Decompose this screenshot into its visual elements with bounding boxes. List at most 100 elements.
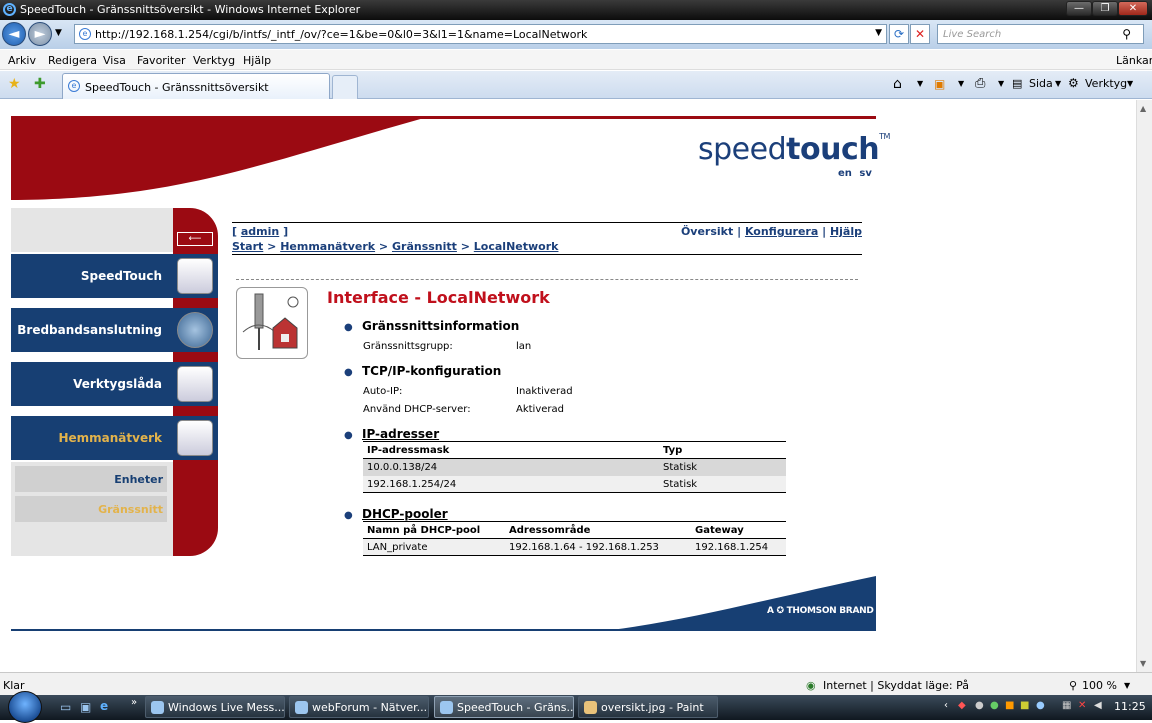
- tray-yellow-icon[interactable]: ■: [1020, 700, 1029, 711]
- scroll-down-icon[interactable]: ▼: [1140, 659, 1146, 668]
- ie-icon: [440, 701, 453, 714]
- nav-verktygslada[interactable]: Verktygslåda: [11, 362, 218, 406]
- ie-icon: e: [3, 3, 16, 16]
- stop-button[interactable]: ✕: [910, 24, 930, 44]
- nav-speedtouch[interactable]: SpeedTouch: [11, 254, 218, 298]
- add-favorite-icon[interactable]: ✚: [34, 76, 46, 92]
- link-oversikt[interactable]: Översikt: [681, 225, 733, 238]
- back-arrow-icon[interactable]: ⟵: [177, 232, 213, 246]
- menu-arkiv[interactable]: Arkiv: [8, 54, 36, 67]
- quicklaunch-more-icon[interactable]: »: [131, 697, 137, 708]
- volume-tray-icon[interactable]: ◀: [1094, 700, 1102, 711]
- tray-user-icon[interactable]: ●: [975, 700, 984, 711]
- security-tray-icon[interactable]: ✕: [1078, 700, 1086, 711]
- taskbar-item-speedtouch[interactable]: SpeedTouch - Gräns...: [434, 696, 574, 718]
- nav-bredband[interactable]: Bredbandsanslutning: [11, 308, 218, 352]
- bullet-icon: ●: [344, 322, 353, 333]
- forward-button[interactable]: ►: [28, 22, 52, 46]
- page-menu[interactable]: Sida: [1029, 77, 1053, 90]
- menu-favoriter[interactable]: Favoriter: [137, 54, 185, 67]
- crumb-hemmanatverk[interactable]: Hemmanätverk: [280, 240, 375, 253]
- taskbar-item-paint[interactable]: oversikt.jpg - Paint: [578, 696, 718, 718]
- page-dropdown-icon[interactable]: ▼: [1055, 79, 1061, 88]
- ie-quicklaunch-icon[interactable]: e: [100, 699, 108, 713]
- home-icon[interactable]: ⌂: [893, 76, 902, 92]
- links-label[interactable]: Länkar: [1116, 54, 1152, 67]
- feeds-dropdown-icon[interactable]: ▼: [958, 79, 964, 88]
- taskbar-item-messenger[interactable]: Windows Live Mess...: [145, 696, 285, 718]
- search-icon[interactable]: ⚲: [1122, 27, 1131, 41]
- tray-orange-icon[interactable]: ■: [1005, 700, 1014, 711]
- page-icon: e: [79, 28, 91, 40]
- network-tray-icon[interactable]: ▦: [1062, 700, 1071, 711]
- section-tcpip-heading: ● TCP/IP-konfiguration: [344, 364, 502, 378]
- nav-hemmanatverk[interactable]: Hemmanätverk: [11, 416, 218, 460]
- address-dropdown-icon[interactable]: ▼: [875, 28, 882, 38]
- subnav-enheter[interactable]: Enheter: [15, 466, 167, 492]
- taskbar-item-webforum[interactable]: webForum - Nätver...: [289, 696, 429, 718]
- print-dropdown-icon[interactable]: ▼: [998, 79, 1004, 88]
- table-cell: Statisk: [659, 458, 786, 476]
- speedtouch-logo: speedtouchTM: [698, 132, 890, 167]
- refresh-button[interactable]: ⟳: [889, 24, 909, 44]
- home-dropdown-icon[interactable]: ▼: [917, 79, 923, 88]
- tools-menu[interactable]: Verktyg: [1085, 77, 1127, 90]
- view-links: Översikt | Konfigurera | Hjälp: [680, 225, 862, 238]
- subnav-gransnitt[interactable]: Gränssnitt: [15, 496, 167, 522]
- table-header: Adressområde: [505, 521, 691, 539]
- window-title: SpeedTouch - Gränssnittsöversikt - Windo…: [20, 3, 361, 16]
- menu-hjalp[interactable]: Hjälp: [243, 54, 271, 67]
- zoom-dropdown-icon[interactable]: ▼: [1124, 681, 1130, 690]
- tab-speedtouch[interactable]: e SpeedTouch - Gränssnittsöversikt: [62, 73, 330, 99]
- minimize-button[interactable]: —: [1066, 1, 1092, 16]
- favorites-star-icon[interactable]: ★: [8, 76, 21, 92]
- back-button[interactable]: ◄: [2, 22, 26, 46]
- tray-expand-icon[interactable]: ‹: [944, 700, 948, 711]
- restore-button[interactable]: ❐: [1092, 1, 1118, 16]
- clock[interactable]: 11:25: [1114, 700, 1146, 713]
- crumb-start[interactable]: Start: [232, 240, 263, 253]
- tools-dropdown-icon[interactable]: ▼: [1127, 79, 1133, 88]
- crumb-localnetwork[interactable]: LocalNetwork: [474, 240, 559, 253]
- start-button[interactable]: [8, 691, 42, 723]
- vertical-scrollbar[interactable]: ▲ ▼: [1136, 100, 1152, 672]
- bullet-icon: ●: [344, 510, 353, 521]
- menu-visa[interactable]: Visa: [103, 54, 126, 67]
- dhcp-table: Namn på DHCP-pool Adressområde Gateway LAN…: [363, 521, 786, 556]
- link-konfigurera[interactable]: Konfigurera: [745, 225, 818, 238]
- scroll-up-icon[interactable]: ▲: [1140, 104, 1146, 113]
- network-interface-icon: [236, 287, 308, 359]
- table-cell: 192.168.1.64 - 192.168.1.253: [505, 538, 691, 556]
- feeds-icon[interactable]: ▣: [934, 77, 945, 91]
- link-hjalp[interactable]: Hjälp: [830, 225, 862, 238]
- lang-en-link[interactable]: en: [838, 168, 852, 179]
- switch-windows-icon[interactable]: ▣: [80, 700, 91, 714]
- print-icon[interactable]: ⎙: [975, 76, 985, 91]
- history-dropdown-icon[interactable]: ▼: [55, 28, 62, 38]
- address-text: http://192.168.1.254/cgi/b/intfs/_intf_/…: [95, 28, 588, 41]
- nav-label: Bredbandsanslutning: [17, 323, 162, 337]
- zone-text[interactable]: Internet | Skyddat läge: På: [823, 679, 969, 692]
- page-menu-icon: ▤: [1012, 77, 1023, 90]
- admin-link[interactable]: admin: [241, 225, 279, 238]
- page-viewport: speedtouchTM en sv ⟵ SpeedTouch Bredband…: [0, 100, 1136, 672]
- menu-verktyg[interactable]: Verktyg: [193, 54, 235, 67]
- search-input[interactable]: Live Search ⚲: [937, 24, 1144, 44]
- admin-block: [ admin ]: [232, 225, 289, 238]
- address-field[interactable]: e http://192.168.1.254/cgi/b/intfs/_intf…: [74, 24, 887, 44]
- new-tab-button[interactable]: [332, 75, 358, 99]
- menu-redigera[interactable]: Redigera: [48, 54, 97, 67]
- globe-icon: [177, 312, 213, 348]
- tab-bar: ★ ✚ e SpeedTouch - Gränssnittsöversikt ⌂…: [0, 71, 1152, 99]
- zoom-level[interactable]: 100 %: [1082, 679, 1117, 692]
- tray-green-icon[interactable]: ●: [990, 700, 999, 711]
- tray-app-icon[interactable]: ◆: [958, 700, 966, 711]
- footer-swoosh: [11, 576, 876, 631]
- page-title: Interface - LocalNetwork: [327, 288, 550, 307]
- lang-sv[interactable]: sv: [859, 168, 871, 179]
- table-cell: LAN_private: [363, 538, 505, 556]
- tray-blue-icon[interactable]: ●: [1036, 700, 1045, 711]
- close-button[interactable]: ✕: [1118, 1, 1148, 16]
- crumb-gransnitt[interactable]: Gränssnitt: [392, 240, 457, 253]
- show-desktop-icon[interactable]: ▭: [60, 700, 71, 714]
